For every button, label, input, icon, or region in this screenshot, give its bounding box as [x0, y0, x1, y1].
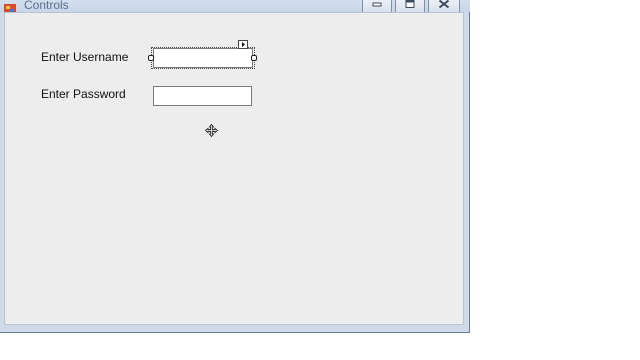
- smart-tag-arrow-icon: [242, 42, 245, 47]
- move-cursor-icon: [204, 123, 219, 138]
- close-icon: [438, 0, 450, 9]
- resize-handle-right[interactable]: [251, 55, 257, 61]
- title-bar[interactable]: Controls: [0, 0, 470, 14]
- username-label: Enter Username: [41, 50, 129, 64]
- window-title: Controls: [24, 0, 69, 12]
- resize-handle-left[interactable]: [148, 55, 154, 61]
- smart-tag-button[interactable]: [238, 40, 248, 49]
- form-client-area: Enter Username Enter Password: [4, 12, 464, 325]
- maximize-icon: [405, 0, 415, 8]
- minimize-icon: [372, 2, 382, 7]
- form-window: Controls Enter Username Enter Password: [0, 0, 470, 333]
- username-textbox[interactable]: [153, 48, 253, 68]
- app-icon: [4, 1, 16, 14]
- password-textbox[interactable]: [153, 86, 252, 106]
- password-label: Enter Password: [41, 87, 126, 101]
